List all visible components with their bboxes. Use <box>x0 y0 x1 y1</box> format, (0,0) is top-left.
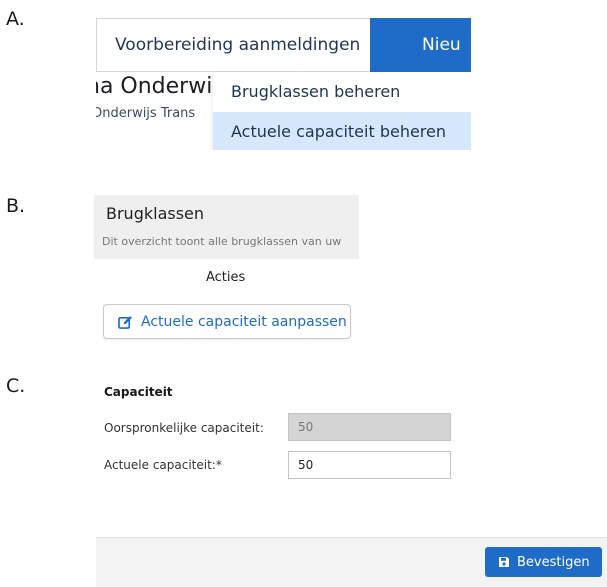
original-capacity-label: Oorspronkelijke capaciteit: <box>104 421 264 435</box>
edit-capacity-button[interactable]: Actuele capaciteit aanpassen <box>103 304 351 339</box>
edit-capacity-button-label: Actuele capaciteit aanpassen <box>141 313 347 330</box>
confirm-button-label: Bevestigen <box>517 554 590 570</box>
column-header-acties: Acties <box>206 270 246 285</box>
menu-item-label: Actuele capaciteit beheren <box>231 121 447 141</box>
brugklassen-header: Brugklassen Dit overzicht toont alle bru… <box>94 195 359 259</box>
current-capacity-value: 50 <box>298 458 314 472</box>
dropdown-menu: Brugklassen beheren Actuele capaciteit b… <box>213 72 471 150</box>
step-label-c: C. <box>6 375 26 397</box>
original-capacity-value: 50 <box>298 420 314 434</box>
menu-item-brugklassen-beheren[interactable]: Brugklassen beheren <box>213 72 471 110</box>
confirm-button[interactable]: Bevestigen <box>485 547 602 577</box>
page-subtitle: Onderwijs Trans <box>96 106 196 121</box>
step-label-a: A. <box>6 8 25 30</box>
tab-nieuw[interactable]: Nieu <box>370 18 471 72</box>
menu-item-actuele-capaciteit-beheren[interactable]: Actuele capaciteit beheren <box>213 112 471 150</box>
tab-label: Voorbereiding aanmeldingen <box>115 35 361 55</box>
page-title: na Onderwi <box>96 74 213 99</box>
current-capacity-label: Actuele capaciteit:* <box>104 458 222 472</box>
menu-item-label: Brugklassen beheren <box>231 81 401 101</box>
save-icon <box>499 557 509 567</box>
section-title: Brugklassen <box>106 204 205 223</box>
original-capacity-field: 50 <box>288 413 451 441</box>
navigation-panel: na Onderwi Onderwijs Trans Voorbereiding… <box>96 10 471 150</box>
current-capacity-field[interactable]: 50 <box>288 451 451 479</box>
tab-voorbereiding-aanmeldingen[interactable]: Voorbereiding aanmeldingen <box>96 18 370 72</box>
section-description: Dit overzicht toont alle brugklassen van… <box>102 235 342 248</box>
form-heading: Capaciteit <box>104 385 173 399</box>
step-label-b: B. <box>6 195 26 217</box>
tab-label: Nieu <box>422 35 461 55</box>
edit-icon <box>118 315 132 329</box>
